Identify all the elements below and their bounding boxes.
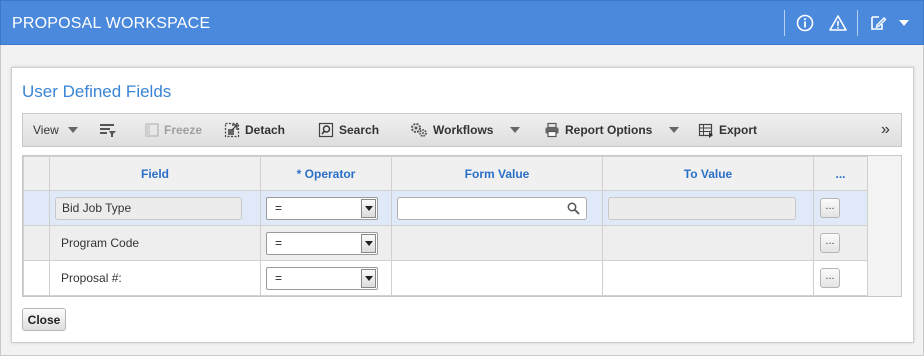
chevron-down-icon xyxy=(67,127,78,133)
table-row[interactable]: Program Code = ... xyxy=(23,225,868,261)
form-value-lookup[interactable] xyxy=(397,196,587,220)
app-header: PROPOSAL WORKSPACE xyxy=(0,0,924,45)
column-header-field[interactable]: Field xyxy=(49,156,261,191)
toolbar: View Freeze Detach Search Workflows Repo… xyxy=(22,113,902,147)
view-menu-button[interactable]: View xyxy=(33,114,78,146)
chevron-down-icon xyxy=(669,127,680,133)
operator-value: = xyxy=(275,200,283,215)
to-value-cell xyxy=(602,260,814,296)
freeze-label: Freeze xyxy=(164,123,203,137)
field-name: Bid Job Type xyxy=(55,196,242,220)
chevron-down-icon xyxy=(510,127,521,133)
chevron-down-icon[interactable] xyxy=(361,198,376,218)
filter-columns-button[interactable] xyxy=(99,114,117,146)
criteria-table: Field * Operator Form Value To Value ...… xyxy=(23,156,868,296)
table-header-row: Field * Operator Form Value To Value ... xyxy=(23,156,868,191)
field-name: Program Code xyxy=(61,236,140,250)
column-header-to-value[interactable]: To Value xyxy=(602,156,814,191)
export-button[interactable]: Export xyxy=(698,114,757,146)
table-row[interactable]: Bid Job Type = ... xyxy=(23,190,868,226)
operator-select[interactable]: = xyxy=(266,231,378,255)
more-cell: ... xyxy=(813,260,868,296)
column-header-more[interactable]: ... xyxy=(813,156,868,191)
field-cell: Bid Job Type xyxy=(49,190,261,226)
workflows-label: Workflows xyxy=(433,123,494,137)
to-value-field xyxy=(608,196,796,220)
criteria-grid: Field * Operator Form Value To Value ...… xyxy=(22,155,902,297)
view-label: View xyxy=(33,123,59,137)
edit-icon[interactable] xyxy=(867,12,889,34)
column-header-operator[interactable]: * Operator xyxy=(260,156,392,191)
double-chevron-right-icon: » xyxy=(881,121,890,138)
header-divider xyxy=(784,10,785,36)
warning-icon[interactable] xyxy=(827,12,849,34)
form-value-cell[interactable] xyxy=(391,225,603,261)
column-filter-icon xyxy=(100,124,116,137)
chevron-down-icon[interactable] xyxy=(361,268,376,288)
magnifier-icon[interactable] xyxy=(567,202,580,215)
row-selector[interactable] xyxy=(23,225,50,261)
header-divider xyxy=(857,10,858,36)
close-button[interactable]: Close xyxy=(22,308,66,331)
row-selector[interactable] xyxy=(23,190,50,226)
to-value-cell xyxy=(602,225,814,261)
report-options-label: Report Options xyxy=(565,123,653,137)
export-table-icon xyxy=(698,123,713,138)
dropdown-caret-icon[interactable] xyxy=(893,12,915,34)
printer-icon xyxy=(545,122,559,138)
row-more-button[interactable]: ... xyxy=(820,268,840,288)
info-icon[interactable] xyxy=(794,12,816,34)
operator-value: = xyxy=(275,270,283,285)
form-value-cell[interactable] xyxy=(391,260,603,296)
row-selector[interactable] xyxy=(23,260,50,296)
detach-icon xyxy=(224,122,240,138)
gear-icon xyxy=(411,123,427,137)
operator-cell: = xyxy=(260,225,392,261)
row-selector-header xyxy=(23,156,50,191)
export-label: Export xyxy=(719,123,758,137)
row-more-button[interactable]: ... xyxy=(820,233,840,253)
field-cell: Proposal #: xyxy=(49,260,261,296)
field-cell: Program Code xyxy=(49,225,261,261)
table-row[interactable]: Proposal #: = ... xyxy=(23,260,868,296)
search-icon xyxy=(318,122,334,138)
more-cell: ... xyxy=(813,225,868,261)
column-header-form-value[interactable]: Form Value xyxy=(391,156,603,191)
freeze-button[interactable]: Freeze xyxy=(145,114,202,146)
dialog-title: User Defined Fields xyxy=(22,82,172,101)
workflows-button[interactable]: Workflows xyxy=(410,114,521,146)
app-title: PROPOSAL WORKSPACE xyxy=(12,15,211,32)
search-label: Search xyxy=(339,123,380,137)
form-value-input[interactable] xyxy=(402,198,562,219)
search-button[interactable]: Search xyxy=(318,114,379,146)
toolbar-overflow-button[interactable]: » xyxy=(881,114,890,146)
field-name: Proposal #: xyxy=(61,271,122,285)
detach-label: Detach xyxy=(245,123,286,137)
operator-select[interactable]: = xyxy=(266,266,378,290)
operator-select[interactable]: = xyxy=(266,196,378,220)
operator-cell: = xyxy=(260,190,392,226)
operator-value: = xyxy=(275,235,283,250)
more-cell: ... xyxy=(813,190,868,226)
freeze-icon xyxy=(145,123,159,137)
report-options-button[interactable]: Report Options xyxy=(544,114,680,146)
to-value-cell xyxy=(602,190,814,226)
chevron-down-icon[interactable] xyxy=(361,233,376,253)
operator-cell: = xyxy=(260,260,392,296)
form-value-cell xyxy=(391,190,603,226)
row-more-button[interactable]: ... xyxy=(820,198,840,218)
detach-button[interactable]: Detach xyxy=(224,114,285,146)
